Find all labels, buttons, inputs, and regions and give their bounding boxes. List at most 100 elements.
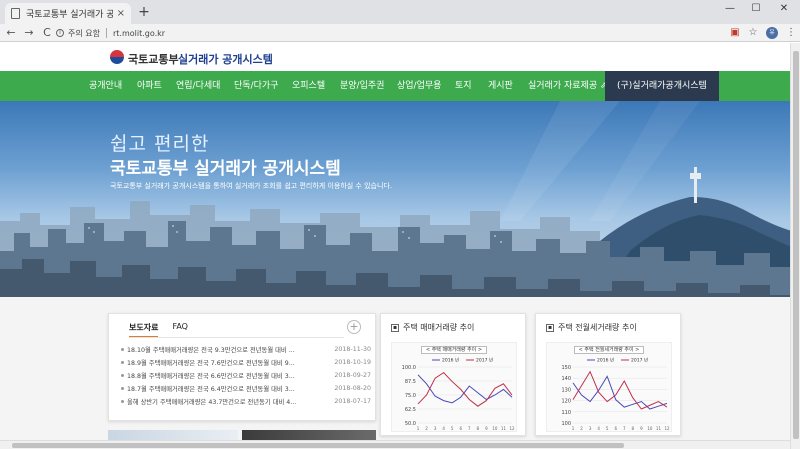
- tab-faq[interactable]: FAQ: [172, 322, 188, 338]
- main-nav: 공개안내 아파트 연립/다세대 단독/다가구 오피스텔 분양/입주권 상업/업무…: [0, 71, 800, 101]
- tab-title: 국토교통부 실거래가 공개시스템: [26, 10, 113, 20]
- promo-image-2[interactable]: [242, 430, 376, 440]
- nav-item-guide[interactable]: 공개안내: [89, 71, 122, 101]
- x-tick-label: 1: [572, 426, 575, 431]
- nav-item-rowhouse[interactable]: 연립/다세대: [176, 71, 220, 101]
- nav-item-legacy-system[interactable]: (구)실거래가공개시스템: [605, 71, 719, 101]
- panel-title: 주택 매매거래량 추이: [403, 323, 475, 332]
- chart-icon: ▪: [546, 323, 554, 332]
- vertical-scrollbar[interactable]: [790, 43, 800, 449]
- browser-toolbar: ← → C i 주의 요함 rt.molit.go.kr ▣ ☆ 유 ⋮: [0, 24, 800, 42]
- legend-label: 2017 년: [476, 357, 493, 364]
- x-tick-label: 6: [459, 426, 462, 431]
- list-item[interactable]: 18.7월 주택매매거래량은 전국 6.4만건으로 전년동월 대비 3... 2…: [121, 382, 371, 395]
- reload-button[interactable]: C: [40, 26, 54, 40]
- security-label: 주의 요함: [68, 28, 100, 38]
- x-tick-label: 10: [492, 426, 498, 431]
- horizontal-scrollbar[interactable]: [0, 440, 790, 449]
- page-icon: [11, 8, 20, 19]
- legend-label: 2016 년: [597, 357, 614, 364]
- back-button[interactable]: ←: [4, 26, 18, 40]
- sales-chart[interactable]: < 주택 매매거래량 추이 > 100.0 87.5 75.0 62.5 50.0 1 2 3…: [391, 342, 517, 432]
- info-icon[interactable]: i: [56, 29, 64, 37]
- nav-item-commercial[interactable]: 상업/업무용: [397, 71, 441, 101]
- extension-icon[interactable]: ▣: [728, 27, 742, 39]
- news-list: 18.10월 주택매매거래량은 전국 9.3만건으로 전년동월 대비 ... 2…: [121, 343, 371, 408]
- news-title[interactable]: 18.9월 주택매매거래량은 전국 7.6만건으로 전년동월 대비 9...: [127, 358, 331, 367]
- site-header: 국토교통부 실거래가 공개시스템: [0, 43, 800, 71]
- panel-heading[interactable]: ▪ 주택 매매거래량 추이: [391, 322, 474, 333]
- news-title[interactable]: 18.7월 주택매매거래량은 전국 6.4만건으로 전년동월 대비 3...: [127, 384, 331, 393]
- bullet-icon: [121, 348, 124, 351]
- scroll-thumb[interactable]: [793, 51, 799, 439]
- url-text: rt.molit.go.kr: [112, 28, 166, 38]
- y-tick-label: 62.5: [405, 407, 416, 413]
- bullet-icon: [121, 374, 124, 377]
- nav-item-presale[interactable]: 분양/입주권: [340, 71, 384, 101]
- y-tick-label: 120: [561, 399, 571, 405]
- x-tick-label: 9: [640, 426, 643, 431]
- more-button[interactable]: +: [347, 320, 361, 334]
- chart-caption-text: < 주택 매매거래량 추이 >: [420, 346, 488, 354]
- nav-item-officetel[interactable]: 오피스텔: [292, 71, 325, 101]
- panel-heading[interactable]: ▪ 주택 전월세거래량 추이: [546, 322, 637, 333]
- news-title[interactable]: 18.10월 주택매매거래량은 전국 9.3만건으로 전년동월 대비 ...: [127, 345, 331, 354]
- tab-close-icon[interactable]: ×: [117, 8, 125, 19]
- list-item[interactable]: 18.9월 주택매매거래량은 전국 7.6만건으로 전년동월 대비 9... 2…: [121, 356, 371, 369]
- org-name[interactable]: 국토교통부: [128, 51, 179, 67]
- bullet-icon: [121, 387, 124, 390]
- hero-description: 국토교통부 실거래가 공개시스템을 통하여 실거래가 조회를 쉽고 편리하게 이…: [110, 182, 393, 190]
- new-tab-button[interactable]: +: [136, 5, 152, 19]
- nav-item-detached[interactable]: 단독/다가구: [234, 71, 278, 101]
- news-date: 2018-10-19: [334, 359, 371, 366]
- series-line: [417, 374, 513, 404]
- divider: [129, 337, 344, 338]
- x-tick-label: 10: [647, 426, 653, 431]
- x-tick-label: 11: [501, 426, 507, 431]
- x-tick-label: 8: [632, 426, 635, 431]
- browser-tab[interactable]: 국토교통부 실거래가 공개시스템 ×: [5, 3, 131, 24]
- list-item[interactable]: 올해 상반기 주택매매거래량은 43.7만건으로 전년동기 대비 4... 20…: [121, 395, 371, 408]
- browser-menu-icon[interactable]: ⋮: [784, 27, 798, 39]
- scroll-thumb[interactable]: [12, 443, 624, 448]
- list-item[interactable]: 18.8월 주택매매거래량은 전국 6.6만건으로 전년동월 대비 3... 2…: [121, 369, 371, 382]
- rent-chart[interactable]: < 주택 전월세거래량 추이 > 150 140 130 120 110 100 1 2 3 4 5…: [546, 342, 672, 432]
- tab-press-release[interactable]: 보도자료: [129, 322, 159, 338]
- maximize-button[interactable]: ☐: [744, 3, 768, 14]
- government-logo-icon[interactable]: [110, 50, 124, 64]
- x-tick-label: 8: [477, 426, 480, 431]
- y-tick-label: 75.0: [405, 393, 416, 399]
- window-close-button[interactable]: ✕: [772, 3, 796, 14]
- sales-chart-svg: 100.087.575.062.550.01 2 3 4 5 6 7 8 9 10 11 122016…: [402, 357, 515, 432]
- nav-item-data-service[interactable]: 실거래가 자료제공 ⇗: [528, 71, 608, 101]
- nav-item-land[interactable]: 토지: [455, 71, 472, 101]
- x-tick-label: 1: [417, 426, 420, 431]
- news-date: 2018-07-17: [334, 398, 371, 405]
- hero-banner: 쉽고 편리한 국토교통부 실거래가 공개시스템 국토교통부 실거래가 공개시스템…: [0, 101, 800, 297]
- x-tick-label: 3: [589, 426, 592, 431]
- minimize-button[interactable]: —: [718, 3, 742, 14]
- bookmark-star-icon[interactable]: ☆: [746, 27, 760, 39]
- profile-avatar[interactable]: 유: [766, 27, 778, 39]
- nav-item-board[interactable]: 게시판: [488, 71, 513, 101]
- forward-button[interactable]: →: [22, 26, 36, 40]
- x-tick-label: 7: [468, 426, 471, 431]
- promo-image-1[interactable]: [108, 430, 238, 440]
- x-tick-label: 12: [664, 426, 670, 431]
- x-tick-label: 2: [580, 426, 583, 431]
- chart-caption-text: < 주택 전월세거래량 추이 >: [573, 346, 645, 354]
- x-tick-label: 6: [614, 426, 617, 431]
- legend-label: 2017 년: [631, 357, 648, 364]
- news-date: 2018-08-20: [334, 385, 371, 392]
- news-title[interactable]: 18.8월 주택매매거래량은 전국 6.6만건으로 전년동월 대비 3...: [127, 371, 331, 380]
- news-tabs: 보도자료 FAQ: [129, 322, 202, 338]
- news-title[interactable]: 올해 상반기 주택매매거래량은 43.7만건으로 전년동기 대비 4...: [127, 397, 331, 406]
- list-item[interactable]: 18.10월 주택매매거래량은 전국 9.3만건으로 전년동월 대비 ... 2…: [121, 343, 371, 356]
- address-bar[interactable]: i 주의 요함 rt.molit.go.kr: [56, 26, 720, 40]
- nav-item-apartment[interactable]: 아파트: [137, 71, 162, 101]
- hero-subtitle: 쉽고 편리한: [110, 133, 210, 155]
- system-name[interactable]: 실거래가 공개시스템: [178, 51, 273, 67]
- sales-trend-panel: ▪ 주택 매매거래량 추이 < 주택 매매거래량 추이 > 100.0 87.5 7…: [380, 313, 526, 436]
- y-tick-label: 140: [561, 376, 571, 382]
- divider: [105, 28, 107, 38]
